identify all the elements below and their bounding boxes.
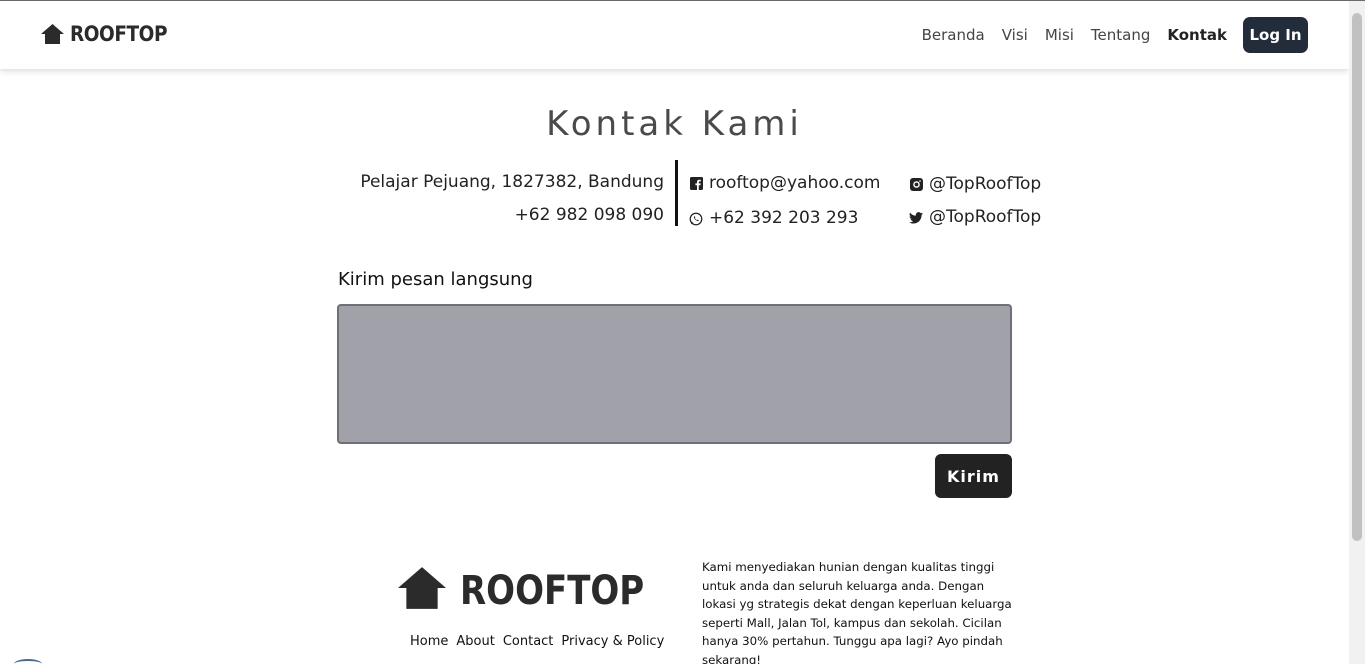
footer-link-privacy[interactable]: Privacy & Policy bbox=[561, 634, 664, 649]
email-text[interactable]: rooftop@yahoo.com bbox=[709, 166, 880, 201]
brand-name: ROOFTOP bbox=[70, 22, 168, 46]
contact-channels: rooftop@yahoo.com +62 392 203 293 bbox=[689, 166, 880, 236]
brand-logo[interactable]: ROOFTOP bbox=[41, 22, 180, 46]
page-scrollbar[interactable] bbox=[1349, 1, 1365, 664]
nav-item-visi[interactable]: Visi bbox=[1002, 26, 1028, 44]
instagram-handle[interactable]: @TopRoofTop bbox=[929, 168, 1041, 201]
twitter-handle[interactable]: @TopRoofTop bbox=[929, 201, 1041, 234]
instagram-icon bbox=[909, 178, 923, 192]
nav-item-misi[interactable]: Misi bbox=[1045, 26, 1074, 44]
nav-item-beranda[interactable]: Beranda bbox=[922, 26, 985, 44]
page-title: Kontak Kami bbox=[546, 104, 803, 144]
scrollbar-thumb[interactable] bbox=[1352, 13, 1362, 541]
navbar: ROOFTOP Beranda Visi Misi Tentang Kontak… bbox=[0, 1, 1349, 69]
footer-link-about[interactable]: About bbox=[456, 634, 494, 649]
footer-links: Home About Contact Privacy & Policy bbox=[410, 634, 664, 649]
footer-logo[interactable]: ROOFTOP bbox=[398, 567, 677, 614]
corner-widget[interactable] bbox=[14, 659, 42, 664]
nav-item-tentang[interactable]: Tentang bbox=[1091, 26, 1150, 44]
message-textarea[interactable] bbox=[337, 304, 1012, 444]
footer-brand-name: ROOFTOP bbox=[460, 567, 645, 614]
footer-link-home[interactable]: Home bbox=[410, 634, 448, 649]
contact-divider bbox=[675, 160, 678, 226]
phone-text: +62 982 098 090 bbox=[514, 205, 664, 225]
whatsapp-icon bbox=[689, 212, 703, 226]
footer-description: Kami menyediakan hunian dengan kualitas … bbox=[702, 560, 1012, 664]
house-icon bbox=[41, 24, 64, 44]
whatsapp-number[interactable]: +62 392 203 293 bbox=[709, 201, 858, 236]
login-button[interactable]: Log In bbox=[1243, 17, 1308, 53]
address-text: Pelajar Pejuang, 1827382, Bandung bbox=[360, 172, 664, 192]
house-icon bbox=[398, 567, 446, 614]
contact-address-block: Pelajar Pejuang, 1827382, Bandung +62 98… bbox=[360, 166, 664, 232]
nav-item-kontak[interactable]: Kontak bbox=[1167, 26, 1227, 44]
send-button[interactable]: Kirim bbox=[935, 454, 1012, 498]
message-label: Kirim pesan langsung bbox=[338, 269, 533, 290]
twitter-icon bbox=[909, 211, 923, 225]
main-nav: Beranda Visi Misi Tentang Kontak Log In bbox=[905, 17, 1308, 53]
social-links: @TopRoofTop @TopRoofTop bbox=[909, 168, 1041, 234]
footer-link-contact[interactable]: Contact bbox=[503, 634, 554, 649]
facebook-icon bbox=[689, 177, 703, 191]
